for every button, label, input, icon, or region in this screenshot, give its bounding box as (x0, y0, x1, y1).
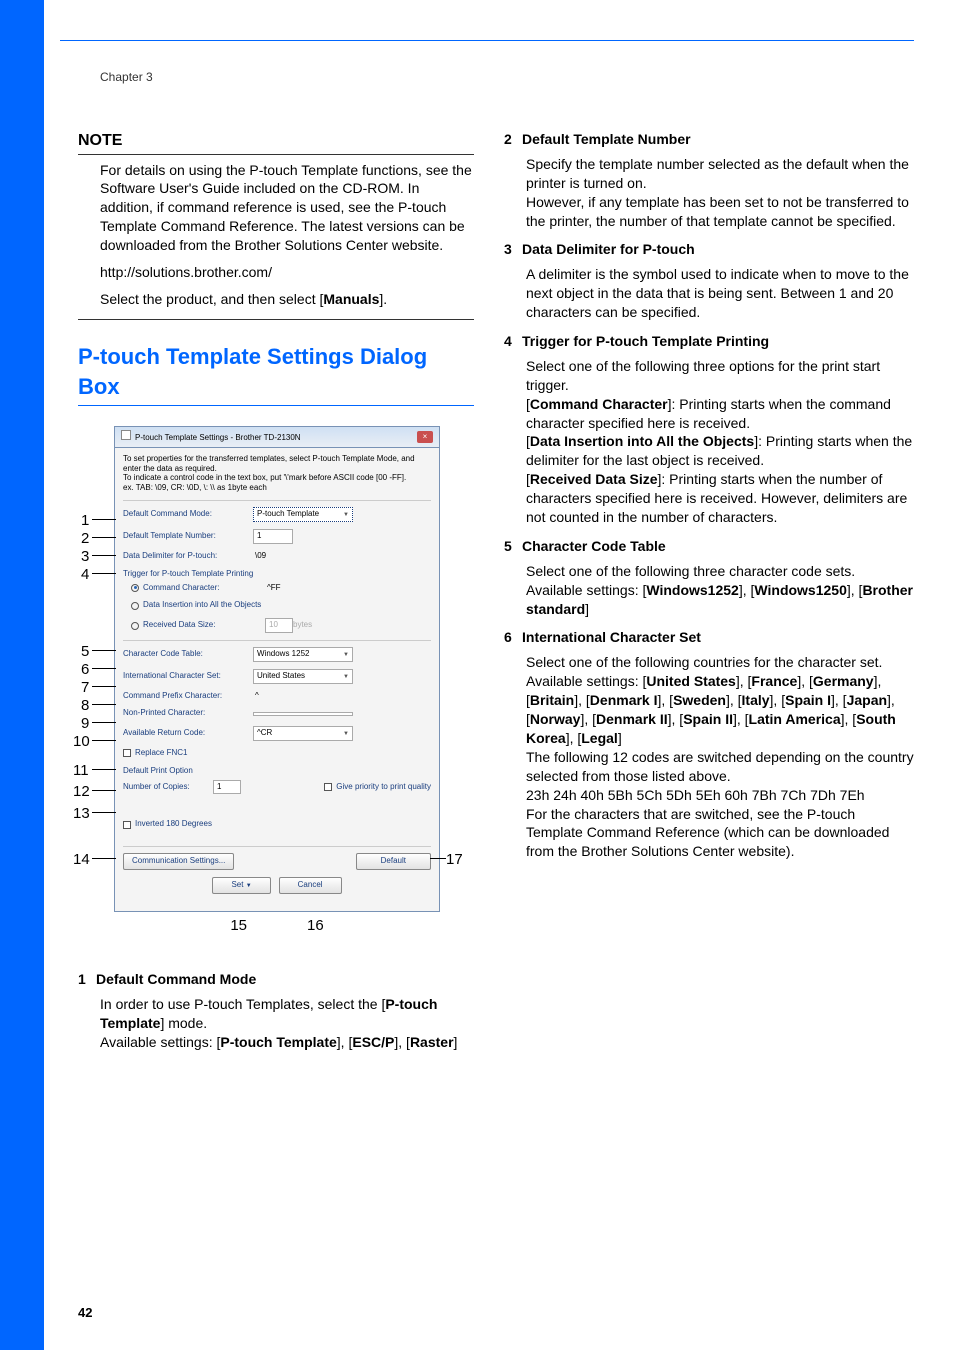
label-available-return-code: Available Return Code: (123, 728, 253, 739)
default-button[interactable]: Default (356, 853, 431, 870)
dialog-titlebar: P-touch Template Settings - Brother TD-2… (115, 427, 439, 448)
dialog-illustration: P-touch Template Settings - Brother TD-2… (78, 426, 474, 966)
item-6-title: International Character Set (522, 629, 701, 645)
data-delimiter-value: \09 (253, 551, 266, 562)
callout-10: 10 (73, 732, 90, 752)
label-non-printed-character: Non-Printed Character: (123, 708, 253, 719)
callout-11: 11 (73, 761, 89, 781)
label-international-character-set: International Character Set: (123, 671, 253, 682)
callout-14: 14 (73, 850, 90, 870)
close-icon[interactable]: × (417, 431, 433, 443)
communication-settings-button[interactable]: Communication Settings... (123, 853, 234, 870)
left-accent-bar (0, 0, 44, 1350)
callout-4: 4 (81, 565, 89, 585)
trigger-group-label: Trigger for P-touch Template Printing (123, 569, 431, 580)
available-return-code-select[interactable]: ^CR▼ (253, 726, 353, 741)
dialog-intro: To set properties for the transferred te… (123, 454, 431, 492)
item-5-body: Select one of the following three charac… (526, 562, 914, 619)
callout-17: 17 (446, 850, 463, 870)
replace-fnc1-checkbox[interactable] (123, 749, 131, 757)
dialog-title: P-touch Template Settings - Brother TD-2… (135, 433, 301, 442)
character-code-table-select[interactable]: Windows 1252▼ (253, 647, 353, 662)
international-character-set-select[interactable]: United States▼ (253, 669, 353, 684)
default-print-option-label: Default Print Option (123, 766, 431, 777)
received-data-size-input[interactable]: 10 (265, 618, 293, 633)
section-heading: P-touch Template Settings Dialog Box (78, 342, 474, 401)
chapter-label: Chapter 3 (100, 70, 153, 84)
note-block: NOTE For details on using the P-touch Te… (78, 130, 474, 320)
item-4-title: Trigger for P-touch Template Printing (522, 333, 769, 349)
cancel-button[interactable]: Cancel (279, 877, 342, 894)
print-quality-checkbox[interactable] (324, 783, 332, 791)
item-2-body: Specify the template number selected as … (526, 155, 914, 231)
item-4-body: Select one of the following three option… (526, 357, 914, 527)
note-url: http://solutions.brother.com/ (100, 263, 474, 282)
label-default-command-mode: Default Command Mode: (123, 509, 253, 520)
item-1-title: Default Command Mode (96, 971, 256, 987)
default-command-mode-select[interactable]: P-touch Template▼ (253, 507, 353, 522)
item-6-body: Select one of the following countries fo… (526, 653, 914, 861)
command-prefix-value: ^ (253, 691, 259, 702)
radio-command-character[interactable] (131, 584, 139, 592)
callout-13: 13 (73, 804, 90, 824)
label-number-of-copies: Number of Copies: (123, 782, 213, 793)
page-number: 42 (78, 1305, 92, 1320)
default-template-number-input[interactable]: 1 (253, 529, 293, 544)
note-text-1: For details on using the P-touch Templat… (100, 161, 474, 255)
radio-received-data-size[interactable] (131, 622, 139, 630)
item-2-title: Default Template Number (522, 131, 691, 147)
item-3-title: Data Delimiter for P-touch (522, 241, 695, 257)
ptouch-settings-dialog: P-touch Template Settings - Brother TD-2… (114, 426, 440, 912)
label-character-code-table: Character Code Table: (123, 649, 253, 660)
number-of-copies-input[interactable]: 1 (213, 780, 241, 795)
callout-16: 16 (307, 916, 324, 936)
non-printed-character-input[interactable] (253, 712, 353, 716)
top-rule (60, 40, 914, 41)
label-default-template-number: Default Template Number: (123, 531, 253, 542)
app-icon (121, 430, 131, 440)
callout-12: 12 (73, 782, 90, 802)
label-data-delimiter: Data Delimiter for P-touch: (123, 551, 253, 562)
note-text-3: Select the product, and then select [Man… (100, 290, 474, 309)
set-button[interactable]: Set ▼ (212, 877, 270, 894)
item-1-body: In order to use P-touch Templates, selec… (100, 995, 474, 1052)
note-heading: NOTE (78, 130, 474, 152)
radio-data-insertion[interactable] (131, 602, 139, 610)
inverted-180-checkbox[interactable] (123, 821, 131, 829)
item-5-title: Character Code Table (522, 538, 666, 554)
command-character-value: ^FF (265, 583, 281, 594)
item-3-body: A delimiter is the symbol used to indica… (526, 265, 914, 322)
label-command-prefix-character: Command Prefix Character: (123, 691, 253, 702)
callout-15: 15 (230, 916, 247, 936)
